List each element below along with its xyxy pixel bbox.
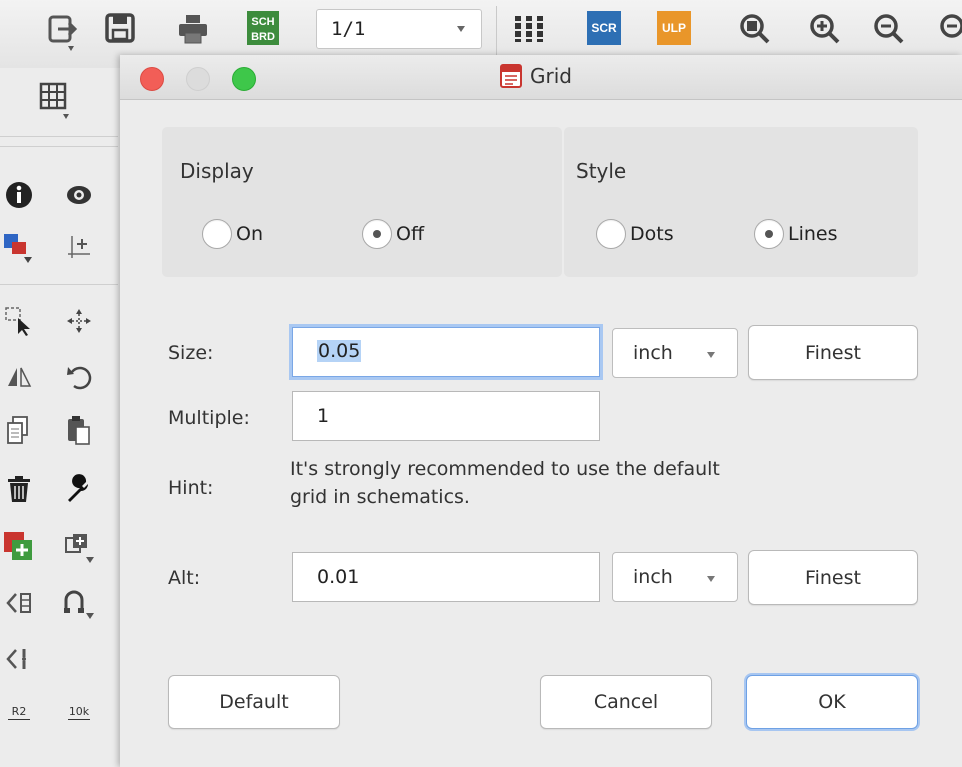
pin-swap-icon[interactable] [2,642,36,676]
scr-label: SCR [591,21,617,35]
display-group: Display On Off [162,127,562,277]
size-label: Size: [168,342,214,364]
mark-icon[interactable] [62,230,96,264]
value-label: 10k [68,705,90,718]
radio-circle [596,219,626,249]
toolbar-divider [496,6,497,56]
board-icon[interactable] [512,12,546,46]
move-icon[interactable] [62,304,96,338]
export-icon[interactable] [44,12,82,52]
group-icon[interactable] [2,304,36,338]
alt-finest-button[interactable]: Finest [748,550,918,605]
paste-icon[interactable] [62,414,96,448]
default-button[interactable]: Default [168,675,340,729]
gate-swap-icon[interactable] [2,586,36,620]
sch-label: SCH [251,16,274,28]
size-input[interactable]: 0.05 [292,327,600,377]
dialog-title-text: Grid [530,64,572,88]
print-icon[interactable] [176,12,210,46]
show-icon[interactable] [62,178,96,212]
split-icon[interactable] [62,586,96,620]
ulp-label: ULP [662,21,686,35]
radio-label: Lines [788,223,838,245]
dialog-title: Grid [500,64,572,88]
radio-label: Off [396,223,425,245]
toolbar-divider [0,284,118,285]
zoom-fit-icon[interactable] [738,12,772,46]
close-button[interactable] [140,67,164,91]
cancel-button[interactable]: Cancel [540,675,712,729]
ulp-icon[interactable]: ULP [656,10,692,46]
wrench-icon[interactable] [62,472,96,506]
scr-icon[interactable]: SCR [586,10,622,46]
alt-value: 0.01 [317,566,360,588]
style-label: Style [576,159,627,183]
value-icon[interactable]: 10k [62,696,96,730]
grid-dialog: Grid Display On Off Style Dots Lines Siz… [120,55,962,767]
radio-label: On [236,223,263,245]
display-off-radio[interactable]: Off [362,219,424,249]
alt-label: Alt: [168,567,201,589]
size-finest-button[interactable]: Finest [748,325,918,380]
chevron-down-icon [707,352,715,358]
hint-text: It's strongly recommended to use the def… [290,455,720,511]
size-unit-value: inch [633,342,673,364]
chevron-down-icon [707,576,715,582]
size-value: 0.05 [317,340,362,362]
name-icon[interactable]: R2 [2,696,36,730]
multiple-input[interactable]: 1 [292,391,600,441]
delete-icon[interactable] [2,472,36,506]
info-icon[interactable] [2,178,36,212]
sheet-value: 1/1 [331,18,366,40]
rotate-icon[interactable] [62,360,96,394]
minimize-button[interactable] [186,67,210,91]
radio-circle [362,219,392,249]
style-lines-radio[interactable]: Lines [754,219,838,249]
style-dots-radio[interactable]: Dots [596,219,674,249]
value-underline [68,719,90,720]
ok-button[interactable]: OK [746,675,918,729]
zoom-out-icon[interactable] [872,12,906,46]
radio-circle [754,219,784,249]
radio-label: Dots [630,223,674,245]
radio-circle [202,219,232,249]
grid-icon[interactable] [38,82,72,119]
name-label: R2 [11,705,27,718]
mirror-icon[interactable] [2,360,36,394]
replace-icon[interactable] [62,530,96,564]
chevron-down-icon [457,26,465,32]
multiple-value: 1 [317,405,330,427]
name-underline [8,719,30,720]
alt-input[interactable]: 0.01 [292,552,600,602]
display-label: Display [180,159,254,183]
hint-label: Hint: [168,477,214,499]
toolbar-divider [0,146,118,147]
sch-brd-icon[interactable]: SCH BRD [246,10,280,46]
zoom-select-icon[interactable] [938,12,962,46]
brd-label: BRD [251,31,275,43]
dialog-titlebar: Grid [120,55,962,100]
add-icon[interactable] [2,530,36,564]
maximize-button[interactable] [232,67,256,91]
zoom-in-icon[interactable] [808,12,842,46]
toolbar-divider [0,136,118,137]
multiple-label: Multiple: [168,407,250,429]
size-unit-select[interactable]: inch [612,328,738,378]
alt-unit-select[interactable]: inch [612,552,738,602]
style-group: Style Dots Lines [564,127,918,277]
alt-unit-value: inch [633,566,673,588]
hint-line-1: It's strongly recommended to use the def… [290,458,720,480]
hint-line-2: grid in schematics. [290,486,470,508]
save-icon[interactable] [104,12,136,44]
layer-icon[interactable] [2,230,36,264]
sheet-dropdown[interactable]: 1/1 [316,9,482,49]
display-on-radio[interactable]: On [202,219,263,249]
copy-icon[interactable] [2,414,36,448]
eagle-app-icon [500,64,522,88]
command-toolbar: R2 10k [0,68,121,767]
